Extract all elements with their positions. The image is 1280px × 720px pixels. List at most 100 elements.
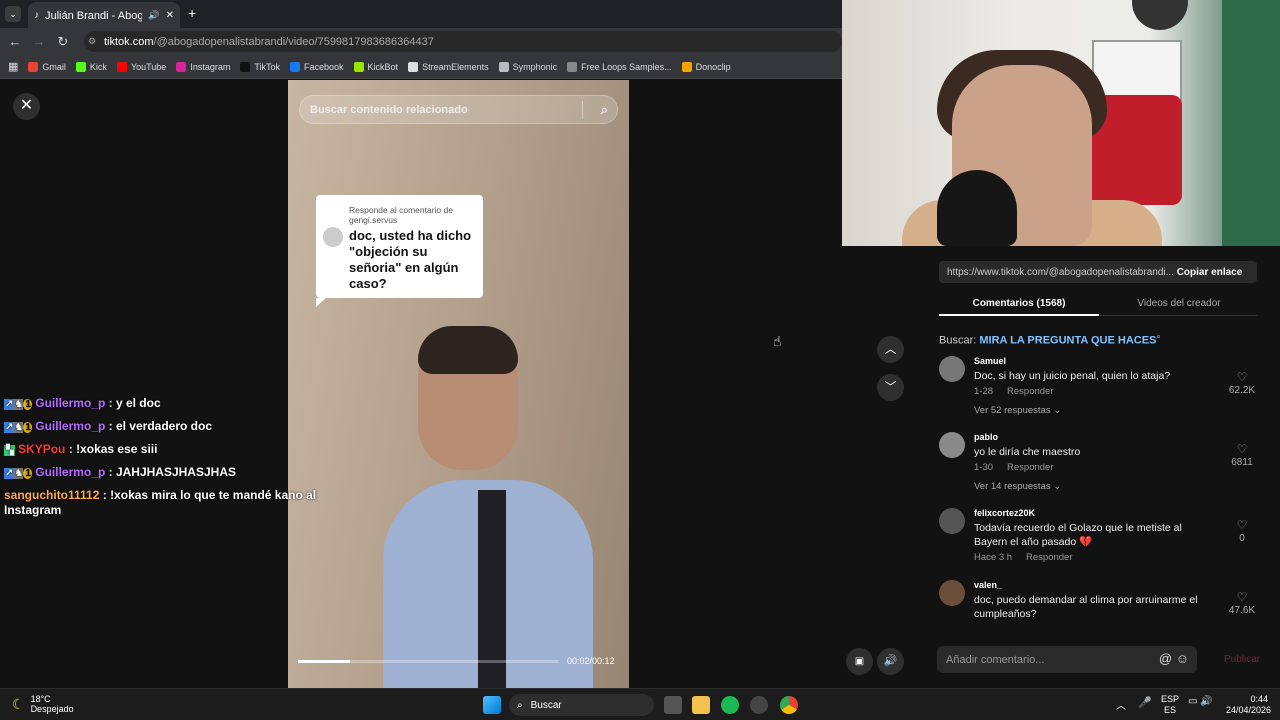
- reload-icon[interactable]: ↻: [51, 34, 75, 50]
- comment-text: Doc, si hay un juicio penal, quien lo at…: [974, 370, 1171, 382]
- chat-message: ↗ ♞ 1 Guillermo_p : el verdadero doc: [0, 419, 320, 435]
- chat-badges-icon: ↗ ♞ 1: [4, 468, 32, 479]
- like-button[interactable]: ♡ 47.6K: [1225, 590, 1259, 616]
- search-suggestion[interactable]: Buscar: MIRA LA PREGUNTA QUE HACES⌕: [939, 332, 1161, 347]
- comment-author[interactable]: Samuel: [974, 356, 1006, 366]
- publish-button[interactable]: Publicar: [1224, 654, 1260, 665]
- comment-input[interactable]: Añadir comentario... @ ☺: [937, 646, 1197, 673]
- bookmark-item[interactable]: Instagram: [176, 61, 231, 72]
- new-tab-button[interactable]: +: [188, 5, 196, 21]
- spotify-icon[interactable]: [721, 696, 739, 714]
- bookmark-item[interactable]: TikTok: [240, 61, 280, 72]
- language-indicator[interactable]: ESP ES: [1161, 694, 1179, 716]
- copy-link-button[interactable]: Copiar enlace: [1162, 261, 1257, 283]
- clock[interactable]: 0:44 24/04/2026: [1226, 694, 1271, 716]
- like-button[interactable]: ♡ 62.2K: [1225, 370, 1259, 396]
- bookmark-item[interactable]: Facebook: [290, 61, 344, 72]
- bookmark-item[interactable]: YouTube: [116, 61, 166, 72]
- chat-username[interactable]: Guillermo_p: [35, 419, 105, 433]
- comment-date: Hace 3 h: [974, 552, 1013, 563]
- panel-tabs: Comentarios (1568) Videos del creador: [939, 291, 1257, 316]
- close-video-button[interactable]: ✕: [13, 93, 40, 120]
- speaker-icon[interactable]: 🔊: [148, 10, 159, 21]
- url-domain: tiktok.com: [104, 35, 154, 48]
- related-search-input[interactable]: Buscar contenido relacionado ⌕: [299, 95, 618, 124]
- video-player[interactable]: Buscar contenido relacionado ⌕ Responde …: [288, 80, 629, 688]
- chat-username[interactable]: Guillermo_p: [35, 396, 105, 410]
- lang-region: ES: [1164, 705, 1177, 715]
- browser-tab-bar: ⌄ ♪ Julián Brandi - Abogado 🙈 🔊 ✕ +: [0, 0, 842, 28]
- bookmark-icon: [498, 61, 509, 72]
- comment-author[interactable]: valen_: [974, 580, 1002, 590]
- webcam-overlay: [842, 0, 1280, 246]
- previous-video-button[interactable]: ︿: [877, 336, 904, 363]
- address-bar-row: ← → ↻ ⚙ tiktok.com/@abogadopenalistabran…: [0, 28, 842, 55]
- tab-list-button[interactable]: ⌄: [5, 6, 21, 22]
- pip-button[interactable]: ▣: [846, 648, 873, 675]
- weather-widget[interactable]: ☾ 18°C Despejado: [12, 694, 74, 714]
- chat-username[interactable]: SKYPou: [18, 442, 65, 456]
- view-replies-button[interactable]: Ver 52 respuestas ⌄: [974, 405, 1061, 416]
- bookmark-item[interactable]: Kick: [75, 61, 107, 72]
- avatar[interactable]: [939, 356, 965, 382]
- bookmark-item[interactable]: StreamElements: [408, 61, 489, 72]
- mic-icon[interactable]: 🎤: [1138, 696, 1152, 709]
- chat-message: ↗ ♞ 1 Guillermo_p : JAHJHASJHASJHAS: [0, 465, 320, 481]
- chat-text: : y el doc: [108, 396, 161, 410]
- tab-creator-videos[interactable]: Videos del creador: [1099, 298, 1259, 309]
- comment-author[interactable]: felixcortez20K: [974, 508, 1035, 518]
- search-icon[interactable]: ⌕: [601, 102, 608, 118]
- site-info-icon[interactable]: ⚙: [88, 36, 96, 47]
- mention-and-emoji-icons[interactable]: @ ☺: [1159, 651, 1189, 666]
- reply-button[interactable]: Responder: [1007, 386, 1053, 397]
- bookmark-label: Donoclip: [695, 61, 731, 72]
- obs-icon[interactable]: [750, 696, 768, 714]
- avatar[interactable]: [939, 432, 965, 458]
- bookmark-icon: [567, 61, 578, 72]
- like-button[interactable]: ♡ 0: [1225, 518, 1259, 544]
- bookmark-label: Instagram: [190, 61, 231, 72]
- windows-taskbar: ☾ 18°C Despejado ⌕ Buscar ︿ 🎤 ESP ES ▭ 🔊…: [0, 688, 1280, 720]
- like-count: 47.6K: [1228, 605, 1256, 616]
- bookmark-item[interactable]: Donoclip: [681, 61, 731, 72]
- chat-badges-icon: ↗ ♞ 1: [4, 399, 32, 410]
- chat-username[interactable]: sanguchito11112: [4, 488, 99, 502]
- like-button[interactable]: ♡ 6811: [1225, 442, 1259, 468]
- forward-icon[interactable]: →: [27, 34, 51, 49]
- chat-username[interactable]: Guillermo_p: [35, 465, 105, 479]
- bookmark-item[interactable]: Symphonic: [498, 61, 557, 72]
- comment-placeholder: Añadir comentario...: [946, 653, 1045, 666]
- reply-header: Responde al comentario de gengi.servus: [349, 205, 453, 225]
- taskbar-search[interactable]: ⌕ Buscar: [509, 694, 654, 716]
- tray-chevron-icon[interactable]: ︿: [1116, 697, 1126, 712]
- webcam-dartboard: [1132, 0, 1188, 30]
- comment-author[interactable]: pablo: [974, 432, 998, 442]
- bookmark-item[interactable]: Free Loops Samples...: [567, 61, 672, 72]
- next-video-button[interactable]: ﹀: [877, 374, 904, 401]
- back-icon[interactable]: ←: [3, 34, 27, 49]
- avatar[interactable]: [939, 580, 965, 606]
- bookmark-item[interactable]: Gmail: [28, 61, 66, 72]
- start-icon[interactable]: [483, 696, 501, 714]
- reply-sticker: Responde al comentario de gengi.servus d…: [316, 195, 483, 307]
- video-progress-bar[interactable]: [298, 660, 558, 663]
- view-replies-button[interactable]: Ver 14 respuestas ⌄: [974, 481, 1061, 492]
- bookmark-icon: [408, 61, 419, 72]
- url-input[interactable]: ⚙ tiktok.com/@abogadopenalistabrandi/vid…: [84, 31, 842, 52]
- close-tab-icon[interactable]: ✕: [166, 10, 174, 21]
- chrome-icon[interactable]: [780, 696, 798, 714]
- volume-button[interactable]: 🔊: [877, 648, 904, 675]
- browser-tab[interactable]: ♪ Julián Brandi - Abogado 🙈 🔊 ✕: [28, 2, 180, 28]
- reply-button[interactable]: Responder: [1026, 552, 1072, 563]
- tab-comments[interactable]: Comentarios (1568): [939, 298, 1099, 309]
- file-explorer-icon[interactable]: [692, 696, 710, 714]
- tiktok-page: ✕ Buscar contenido relacionado ⌕ Respond…: [0, 80, 918, 688]
- lang-code: ESP: [1161, 694, 1180, 704]
- task-view-icon[interactable]: [664, 696, 682, 714]
- reply-button[interactable]: Responder: [1007, 462, 1053, 473]
- network-volume-icons[interactable]: ▭ 🔊: [1188, 696, 1213, 707]
- bookmark-item[interactable]: KickBot: [353, 61, 398, 72]
- avatar[interactable]: [939, 508, 965, 534]
- bookmark-icon: [353, 61, 364, 72]
- apps-grid-icon[interactable]: ▦: [8, 60, 18, 73]
